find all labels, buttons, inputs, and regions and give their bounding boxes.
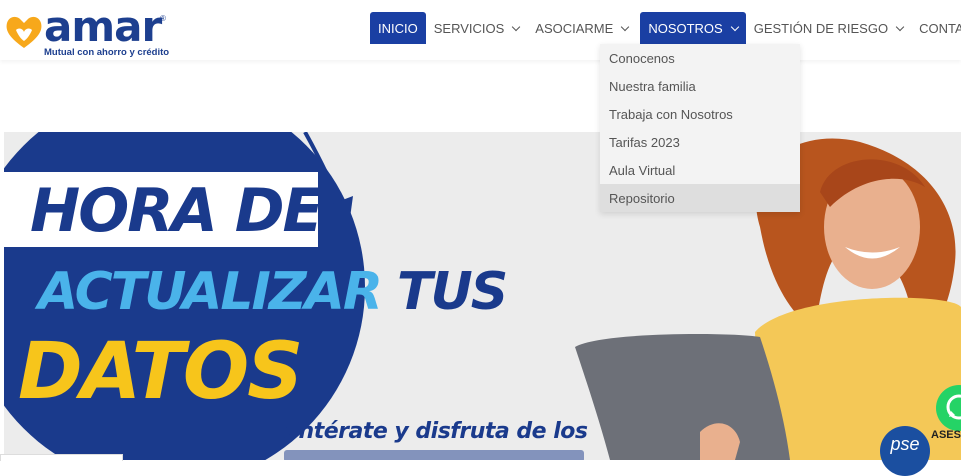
- banner-headline-line1: HORA DE: [30, 176, 324, 246]
- chevron-down-icon: [895, 22, 905, 31]
- dropdown-item-tarifas-2023[interactable]: Tarifas 2023: [600, 128, 800, 156]
- dropdown-item-nuestra-familia[interactable]: Nuestra familia: [600, 72, 800, 100]
- nav-item-inicio[interactable]: INICIO: [370, 12, 426, 44]
- banner-headline-line3: DATOS: [18, 327, 303, 417]
- nav-item-label: ASOCIARME: [535, 20, 614, 36]
- brand-name: amar: [44, 2, 162, 51]
- brand-tagline: Mutual con ahorro y crédito: [44, 47, 170, 58]
- dropdown-item-conocenos[interactable]: Conocenos: [600, 44, 800, 72]
- banner-headline-tus: TUS: [380, 262, 508, 322]
- chevron-down-icon: [512, 22, 521, 31]
- nav-item-label: CONTACTO: [919, 20, 961, 36]
- dropdown-item-repositorio[interactable]: Repositorio: [600, 184, 800, 212]
- pse-payment-button[interactable]: pse: [880, 426, 930, 476]
- brand-logo[interactable]: amar ® Mutual con ahorro y crédito: [4, 2, 170, 60]
- nav-item-label: NOSOTROS: [648, 20, 723, 36]
- nav-item-gestion-de-riesgo[interactable]: GESTIÓN DE RIESGO: [746, 12, 911, 44]
- chevron-down-icon: [621, 22, 630, 31]
- dropdown-item-trabaja-con-nosotros[interactable]: Trabaja con Nosotros: [600, 100, 800, 128]
- dropdown-item-aula-virtual[interactable]: Aula Virtual: [600, 156, 800, 184]
- site-header: amar ® Mutual con ahorro y crédito INICI…: [0, 0, 961, 60]
- pse-label: pse: [890, 433, 920, 454]
- main-nav: INICIO SERVICIOS ASOCIARME NOSOTROS GEST…: [370, 12, 961, 44]
- banner-subtitle: Entérate y disfruta de los: [284, 419, 588, 444]
- banner-headline-line2: ACTUALIZAR TUS: [38, 262, 508, 322]
- nav-item-nosotros[interactable]: NOSOTROS: [640, 12, 746, 44]
- nosotros-dropdown-menu: Conocenos Nuestra familia Trabaja con No…: [600, 44, 800, 212]
- nav-item-label: SERVICIOS: [433, 20, 505, 36]
- whatsapp-button[interactable]: [936, 385, 961, 431]
- banner-subtitle-cutoff: [284, 450, 584, 460]
- whatsapp-label: ASESO: [931, 429, 961, 441]
- banner-headline-actualizar: ACTUALIZAR: [38, 262, 383, 322]
- nav-item-contacto[interactable]: CONTACTO: [911, 12, 961, 44]
- nav-item-servicios[interactable]: SERVICIOS: [426, 12, 528, 44]
- whatsapp-icon: [946, 394, 961, 420]
- nav-item-label: INICIO: [378, 20, 418, 36]
- heart-hands-icon: [6, 16, 42, 48]
- nav-item-asociarme[interactable]: ASOCIARME: [527, 12, 636, 44]
- hero-banner[interactable]: HORA DE ACTUALIZAR TUS DATOS Entérate y …: [0, 132, 961, 460]
- chevron-down-icon: [730, 22, 739, 31]
- registered-mark: ®: [160, 14, 166, 23]
- nav-item-label: GESTIÓN DE RIESGO: [753, 20, 889, 36]
